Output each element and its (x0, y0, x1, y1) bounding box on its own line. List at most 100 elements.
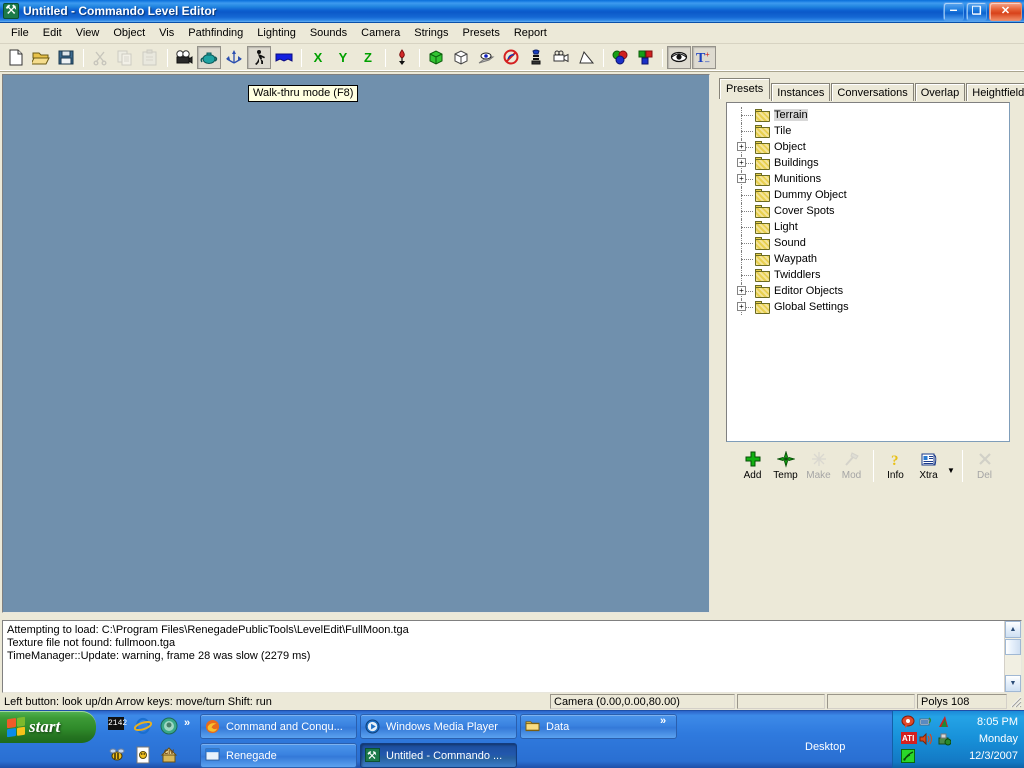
menu-vis[interactable]: Vis (152, 24, 181, 42)
tree-item-munitions[interactable]: +Munitions (737, 171, 1009, 187)
y-axis-icon[interactable]: Y (331, 46, 355, 69)
rgb-boxes-icon[interactable] (633, 46, 657, 69)
camera-clip-icon[interactable] (549, 46, 573, 69)
menu-object[interactable]: Object (106, 24, 152, 42)
network-icon[interactable] (919, 715, 934, 730)
menu-presets[interactable]: Presets (456, 24, 507, 42)
log-scrollbar[interactable]: ▲ ▼ (1004, 621, 1021, 692)
tree-item-cover-spots[interactable]: Cover Spots (737, 203, 1009, 219)
cut-icon[interactable] (88, 46, 112, 69)
tree-item-twiddlers[interactable]: Twiddlers (737, 267, 1009, 283)
tab-presets[interactable]: Presets (719, 78, 770, 99)
green-orb-icon[interactable] (160, 717, 178, 735)
civilization-icon[interactable]: CIV (160, 746, 178, 764)
menu-pathfinding[interactable]: Pathfinding (181, 24, 250, 42)
expand-plus-icon[interactable]: + (737, 286, 746, 295)
internet-explorer-icon[interactable] (134, 717, 152, 735)
tab-instances[interactable]: Instances (771, 83, 830, 101)
tree-item-global-settings[interactable]: +Global Settings (737, 299, 1009, 315)
wireless-signal-icon[interactable] (901, 749, 916, 764)
drop-to-ground-icon[interactable] (390, 46, 414, 69)
clock[interactable]: 8:05 PM Monday 12/3/2007 (969, 714, 1018, 765)
notepad-document-icon[interactable] (134, 746, 152, 764)
close-button[interactable]: ✕ (989, 2, 1022, 21)
tree-item-tile[interactable]: Tile (737, 123, 1009, 139)
presets-tree-container[interactable]: TerrainTile+Object+Buildings+MunitionsDu… (726, 102, 1010, 442)
maximize-button[interactable]: ❑ (966, 2, 987, 21)
no-vis-icon[interactable] (499, 46, 523, 69)
desktop-toolbar-label[interactable]: Desktop (805, 741, 845, 753)
tree-item-editor-objects[interactable]: +Editor Objects (737, 283, 1009, 299)
walk-thru-mode-icon[interactable] (247, 46, 271, 69)
taskbar-button[interactable]: Data (520, 714, 677, 739)
ati-red-arrow-icon[interactable] (937, 715, 952, 730)
log-output-pane[interactable]: Attempting to load: C:\Program Files\Ren… (2, 620, 1022, 693)
tree-item-waypath[interactable]: Waypath (737, 251, 1009, 267)
tab-conversations[interactable]: Conversations (831, 83, 913, 101)
vis-points-icon[interactable] (474, 46, 498, 69)
menu-view[interactable]: View (69, 24, 107, 42)
taskbar-button[interactable]: ⚒Untitled - Commando ... (360, 743, 517, 768)
tree-item-object[interactable]: +Object (737, 139, 1009, 155)
expand-plus-icon[interactable]: + (737, 302, 746, 311)
expand-plus-icon[interactable]: + (737, 174, 746, 183)
expand-plus-icon[interactable]: + (737, 158, 746, 167)
quicklaunch-overflow-icon[interactable]: » (184, 717, 190, 729)
angle-tool-icon[interactable] (574, 46, 598, 69)
tab-overlap[interactable]: Overlap (915, 83, 966, 101)
presets-xtra-button[interactable]: Xtra (912, 448, 945, 488)
copy-icon[interactable] (113, 46, 137, 69)
camera-mode-icon[interactable] (172, 46, 196, 69)
tree-item-terrain[interactable]: Terrain (737, 107, 1009, 123)
rgb-spheres-icon[interactable] (608, 46, 632, 69)
presets-temp-button[interactable]: Temp (769, 448, 802, 488)
xtra-dropdown-icon[interactable]: ▼ (945, 448, 957, 488)
resize-grip[interactable] (1009, 695, 1023, 709)
bf2142-icon[interactable]: 2142 (108, 717, 126, 735)
menu-edit[interactable]: Edit (36, 24, 69, 42)
3d-viewport[interactable] (2, 74, 710, 613)
safely-remove-icon[interactable] (937, 732, 952, 747)
menu-strings[interactable]: Strings (407, 24, 455, 42)
tab-heightfield[interactable]: Heightfield (966, 83, 1024, 101)
menu-sounds[interactable]: Sounds (303, 24, 354, 42)
scroll-down-button[interactable]: ▼ (1005, 675, 1021, 692)
paste-icon[interactable] (138, 46, 162, 69)
menu-camera[interactable]: Camera (354, 24, 407, 42)
scrollbar-thumb[interactable] (1005, 639, 1021, 655)
tasks-overflow-icon[interactable]: » (660, 715, 666, 727)
volume-icon[interactable] (919, 732, 934, 747)
z-axis-icon[interactable]: Z (356, 46, 380, 69)
taskbar-button[interactable]: Renegade (200, 743, 357, 768)
tree-item-light[interactable]: Light (737, 219, 1009, 235)
tree-item-buildings[interactable]: +Buildings (737, 155, 1009, 171)
solid-cube-icon[interactable] (449, 46, 473, 69)
menu-lighting[interactable]: Lighting (250, 24, 303, 42)
heightfield-icon[interactable] (272, 46, 296, 69)
presets-add-button[interactable]: Add (736, 448, 769, 488)
new-file-icon[interactable] (4, 46, 28, 69)
msn-messenger-icon[interactable] (901, 715, 916, 730)
taskbar-button[interactable]: Command and Conqu... (200, 714, 357, 739)
expand-plus-icon[interactable]: + (737, 142, 746, 151)
x-axis-icon[interactable]: X (306, 46, 330, 69)
start-button[interactable]: start (0, 711, 96, 743)
minimize-button[interactable]: – (943, 2, 964, 21)
open-file-icon[interactable] (29, 46, 53, 69)
tree-item-sound[interactable]: Sound (737, 235, 1009, 251)
presets-info-button[interactable]: ?Info (879, 448, 912, 488)
tree-item-dummy-object[interactable]: Dummy Object (737, 187, 1009, 203)
taskbar-button[interactable]: Windows Media Player (360, 714, 517, 739)
ati-catalyst-icon[interactable]: ATI (901, 732, 916, 747)
eye-visibility-icon[interactable] (667, 46, 691, 69)
scroll-up-button[interactable]: ▲ (1005, 621, 1021, 638)
lighting-icon[interactable] (524, 46, 548, 69)
wireframe-green-icon[interactable] (424, 46, 448, 69)
text-label-icon[interactable]: T+– (692, 46, 716, 69)
menu-file[interactable]: File (4, 24, 36, 42)
axis-mode-icon[interactable] (222, 46, 246, 69)
bee-icon[interactable] (108, 746, 126, 764)
object-mode-icon[interactable] (197, 46, 221, 69)
save-file-icon[interactable] (54, 46, 78, 69)
menu-report[interactable]: Report (507, 24, 554, 42)
